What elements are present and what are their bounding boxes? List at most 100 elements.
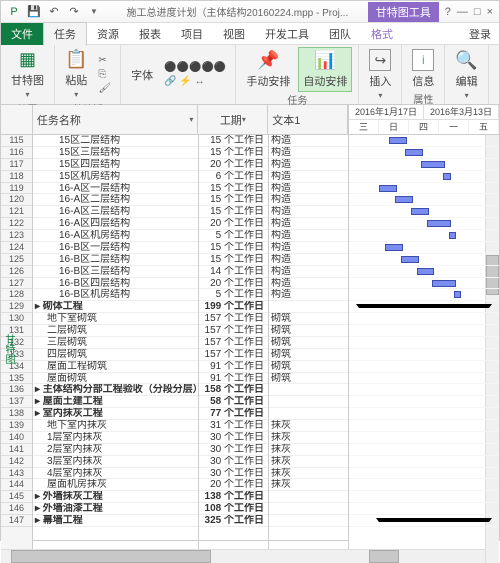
gantt-bar[interactable] — [417, 268, 434, 275]
dropdown-icon[interactable]: ▾ — [242, 115, 246, 124]
gantt-bar[interactable] — [443, 173, 451, 180]
text-cell[interactable]: 抹灰 — [269, 432, 348, 444]
text-cell[interactable]: 构造 — [269, 278, 348, 290]
gantt-bar[interactable] — [405, 149, 423, 156]
duration-cell[interactable]: 15 个工作日 — [199, 194, 268, 206]
tab-project[interactable]: 项目 — [171, 23, 213, 45]
text-cell[interactable]: 构造 — [269, 206, 348, 218]
duration-cell[interactable]: 20 个工作日 — [199, 159, 268, 171]
text-cell[interactable]: 抹灰 — [269, 456, 348, 468]
duration-cell[interactable]: 6 个工作日 — [199, 171, 268, 183]
context-tab-gantt[interactable]: 甘特图工具 — [368, 2, 439, 22]
task-name-cell[interactable]: 地下室内抹灰 — [33, 420, 198, 432]
tab-format[interactable]: 格式 — [361, 23, 403, 45]
task-name-cell[interactable]: 16-A区一层结构 — [33, 183, 198, 195]
task-name-cell[interactable]: 二层砌筑 — [33, 325, 198, 337]
copy-icon[interactable]: ⎘ — [95, 68, 114, 81]
duration-cell[interactable]: 5 个工作日 — [199, 230, 268, 242]
row-number[interactable]: 137 — [1, 396, 32, 408]
task-name-cell[interactable]: ▸ 砌体工程 — [33, 301, 198, 313]
duration-cell[interactable]: 30 个工作日 — [199, 456, 268, 468]
task-name-cell[interactable]: 16-A区机房结构 — [33, 230, 198, 242]
text-cell[interactable]: 构造 — [269, 289, 348, 301]
login-link[interactable]: 登录 — [461, 26, 499, 42]
cut-icon[interactable]: ✂ — [95, 54, 114, 67]
duration-cell[interactable]: 15 个工作日 — [199, 135, 268, 147]
row-number[interactable]: 115 — [1, 135, 32, 147]
task-name-cell[interactable]: 15区三层结构 — [33, 147, 198, 159]
text-cell[interactable]: 砌筑 — [269, 349, 348, 361]
row-number[interactable]: 143 — [1, 468, 32, 480]
duration-cell[interactable]: 20 个工作日 — [199, 278, 268, 290]
row-number[interactable]: 147 — [1, 515, 32, 527]
duration-cell[interactable]: 77 个工作日 — [199, 408, 268, 420]
text-cell[interactable] — [269, 408, 348, 420]
row-number[interactable]: 123 — [1, 230, 32, 242]
text-cell[interactable]: 砌筑 — [269, 313, 348, 325]
duration-cell[interactable]: 5 个工作日 — [199, 289, 268, 301]
auto-schedule-button[interactable]: 📊自动安排 — [298, 47, 352, 92]
row-number[interactable]: 128 — [1, 289, 32, 301]
text-cell[interactable]: 构造 — [269, 135, 348, 147]
scrollbar-horizontal-left[interactable] — [1, 549, 349, 563]
tab-team[interactable]: 团队 — [319, 23, 361, 45]
text-cell[interactable]: 砌筑 — [269, 325, 348, 337]
text-cell[interactable]: 构造 — [269, 230, 348, 242]
row-number[interactable]: 117 — [1, 159, 32, 171]
row-number[interactable]: 126 — [1, 266, 32, 278]
text-cell[interactable]: 抹灰 — [269, 468, 348, 480]
qat-dropdown-icon[interactable]: ▼ — [85, 3, 103, 21]
duration-cell[interactable]: 325 个工作日 — [199, 515, 268, 527]
task-name-cell[interactable]: 屋面工程砌筑 — [33, 361, 198, 373]
duration-cell[interactable]: 30 个工作日 — [199, 468, 268, 480]
row-number[interactable]: 144 — [1, 479, 32, 491]
task-name-cell[interactable]: 四层砌筑 — [33, 349, 198, 361]
task-name-cell[interactable]: 屋面砌筑 — [33, 373, 198, 385]
task-name-cell[interactable]: 16-B区机房结构 — [33, 289, 198, 301]
text-cell[interactable]: 构造 — [269, 194, 348, 206]
duration-cell[interactable]: 157 个工作日 — [199, 349, 268, 361]
row-number[interactable]: 140 — [1, 432, 32, 444]
col-name[interactable]: 任务名称▾ — [33, 105, 199, 134]
scrollbar-horizontal-right[interactable] — [349, 549, 485, 563]
task-name-cell[interactable]: 16-B区二层结构 — [33, 254, 198, 266]
text-cell[interactable] — [269, 515, 348, 527]
duration-cell[interactable]: 15 个工作日 — [199, 254, 268, 266]
row-number[interactable]: 136 — [1, 384, 32, 396]
task-name-cell[interactable]: 三层砌筑 — [33, 337, 198, 349]
gantt-bar[interactable] — [449, 232, 456, 239]
gantt-chart[interactable] — [349, 135, 499, 563]
tab-task[interactable]: 任务 — [43, 22, 87, 46]
duration-cell[interactable]: 199 个工作日 — [199, 301, 268, 313]
text-cell[interactable]: 构造 — [269, 147, 348, 159]
row-number[interactable]: 119 — [1, 183, 32, 195]
text-cell[interactable]: 砌筑 — [269, 337, 348, 349]
duration-cell[interactable]: 15 个工作日 — [199, 206, 268, 218]
task-name-cell[interactable]: 15区四层结构 — [33, 159, 198, 171]
task-name-cell[interactable]: 16-A区四层结构 — [33, 218, 198, 230]
gantt-button[interactable]: ▦甘特图▾ — [7, 47, 48, 101]
task-name-cell[interactable]: 15区机房结构 — [33, 171, 198, 183]
duration-cell[interactable]: 58 个工作日 — [199, 396, 268, 408]
col-rownum[interactable] — [1, 105, 33, 134]
row-number[interactable]: 142 — [1, 456, 32, 468]
task-name-cell[interactable]: 1层室内抹灰 — [33, 432, 198, 444]
duration-cell[interactable]: 157 个工作日 — [199, 325, 268, 337]
format-painter-icon[interactable]: 🖌 — [95, 82, 114, 95]
text-cell[interactable]: 砌筑 — [269, 373, 348, 385]
text-cell[interactable] — [269, 384, 348, 396]
gantt-bar[interactable] — [432, 280, 456, 287]
text-cell[interactable] — [269, 396, 348, 408]
gantt-bar[interactable] — [385, 244, 403, 251]
task-name-cell[interactable]: ▸ 幕墙工程 — [33, 515, 198, 527]
text-cell[interactable]: 构造 — [269, 183, 348, 195]
save-icon[interactable]: 💾 — [25, 3, 43, 21]
row-number[interactable]: 125 — [1, 254, 32, 266]
task-name-cell[interactable]: 15区二层结构 — [33, 135, 198, 147]
duration-cell[interactable]: 157 个工作日 — [199, 337, 268, 349]
text-cell[interactable]: 抹灰 — [269, 420, 348, 432]
task-name-cell[interactable]: 16-B区三层结构 — [33, 266, 198, 278]
row-number[interactable]: 129 — [1, 301, 32, 313]
gantt-bar[interactable] — [401, 256, 419, 263]
redo-icon[interactable]: ↷ — [65, 3, 83, 21]
